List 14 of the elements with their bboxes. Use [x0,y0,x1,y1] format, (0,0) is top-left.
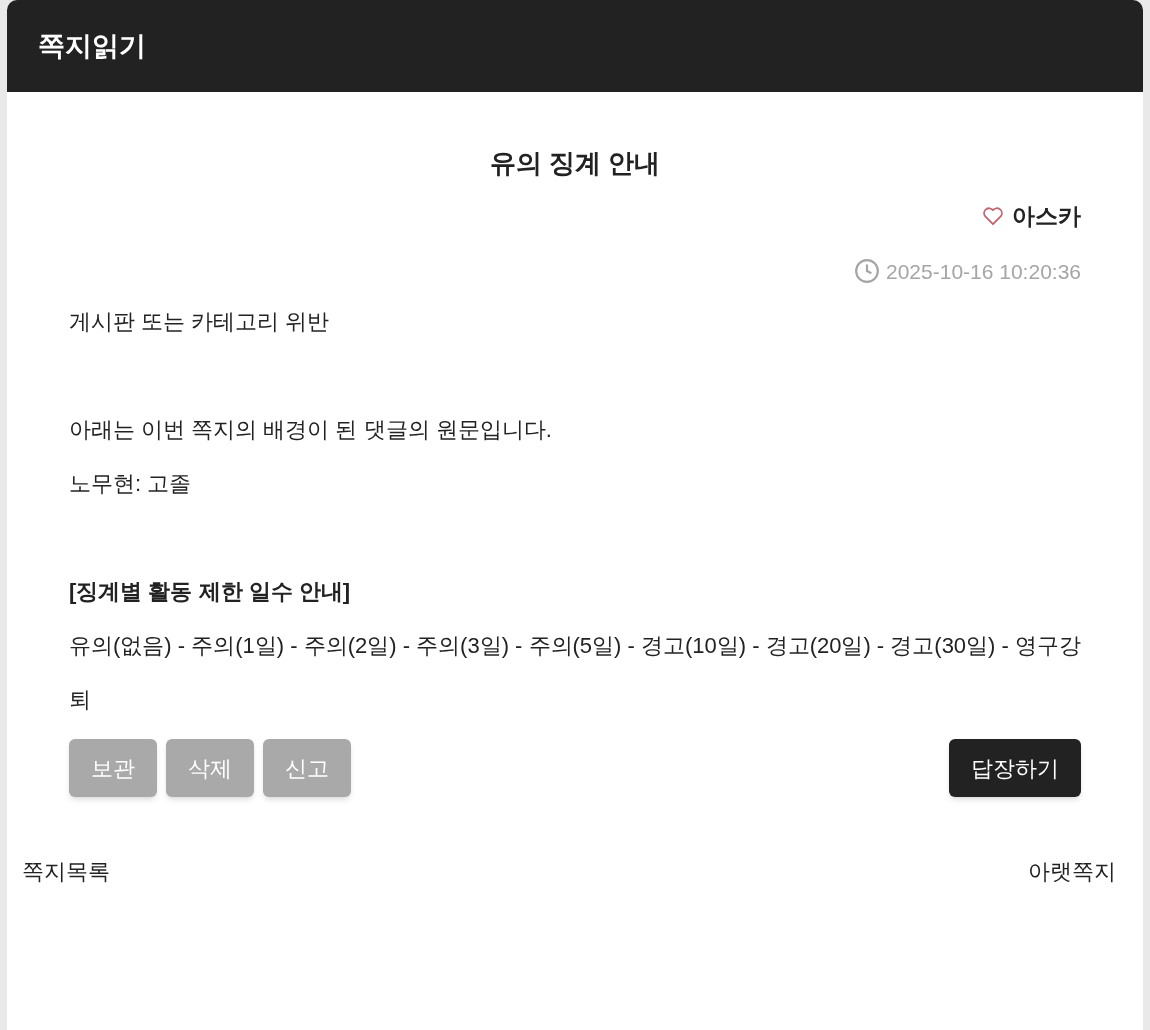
heart-icon [982,206,1004,227]
message-list-link[interactable]: 쪽지목록 [22,855,110,888]
message-date: 2025-10-16 10:20:36 [886,258,1081,285]
window-title: 쪽지읽기 [38,29,146,63]
sender-name: 아스카 [1012,202,1081,231]
reply-button[interactable]: 답장하기 [949,739,1081,797]
message-line: 유의(없음) - 주의(1일) - 주의(2일) - 주의(3일) - 주의(5일) - 경고(10일) - 경고(20일) - 경고(30일) - 영구강퇴 [69,632,1081,714]
next-message-link[interactable]: 아랫쪽지 [1028,855,1116,888]
message-line: 노무현: 고졸 [69,470,193,498]
message-line: 게시판 또는 카테고리 위반 [69,308,331,336]
message-subject: 유의 징계 안내 [489,147,661,180]
clock-icon [854,258,880,285]
section-heading: [징계별 활동 제한 일수 안내] [69,578,352,606]
message-line: 아래는 이번 쪽지의 배경이 된 댓글의 원문입니다. [69,416,553,444]
